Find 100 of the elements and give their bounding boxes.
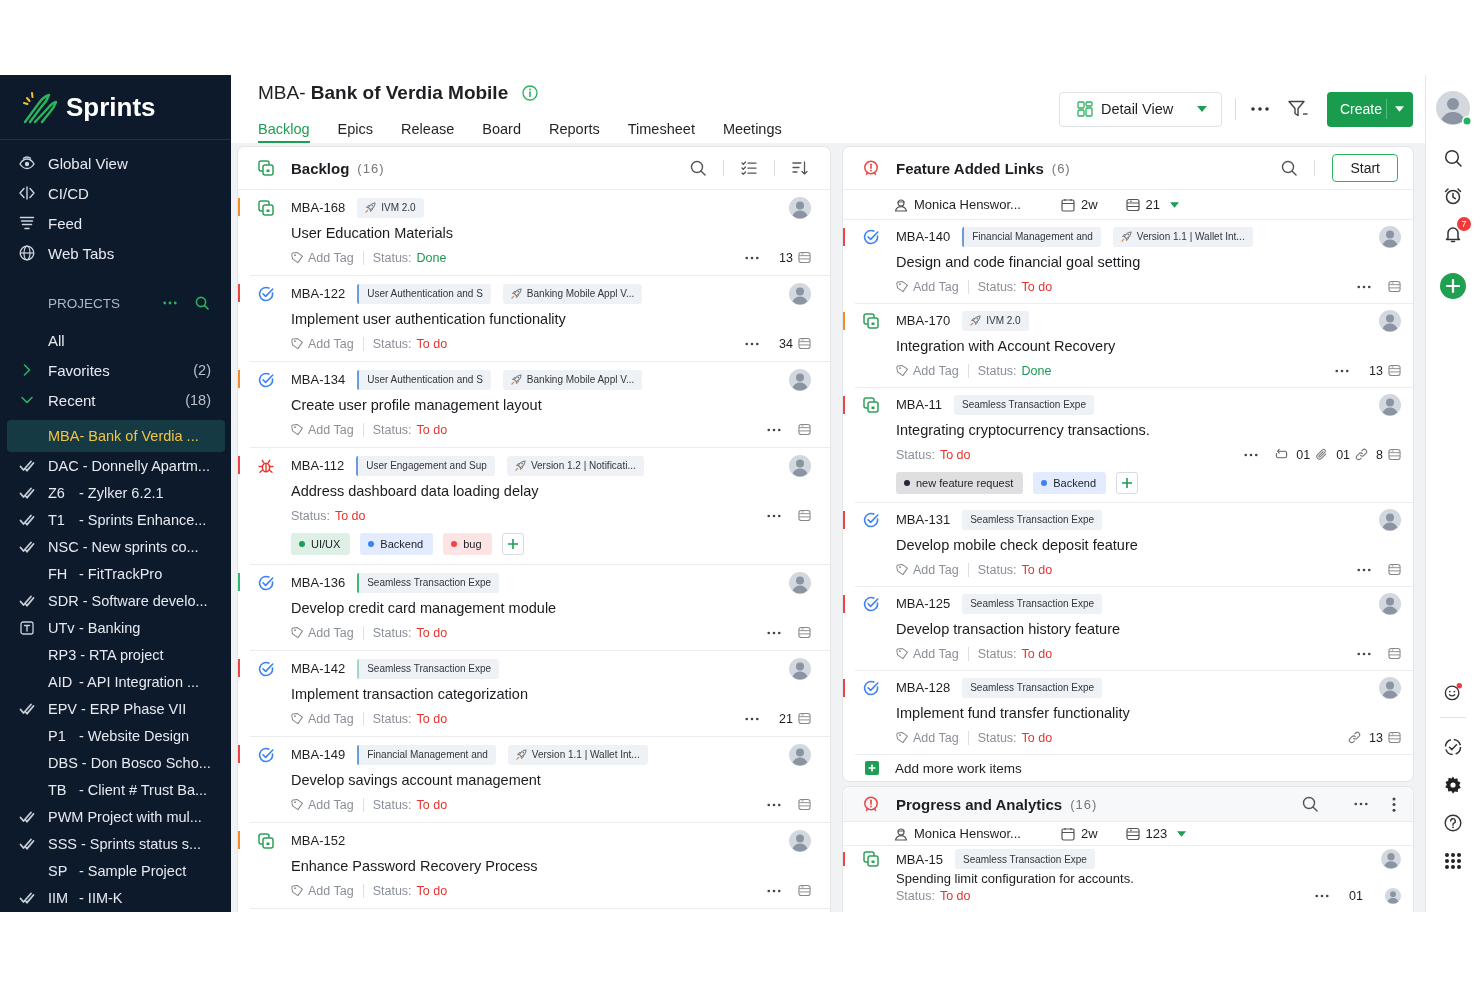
- more-icon[interactable]: [767, 888, 781, 893]
- smiley-icon[interactable]: [1444, 683, 1462, 701]
- status-value[interactable]: To do: [416, 422, 448, 437]
- item-id[interactable]: MBA-136: [291, 575, 346, 590]
- project-group[interactable]: Favorites (2): [0, 355, 231, 385]
- project-item[interactable]: P1 - Website Design: [7, 722, 225, 749]
- item-title[interactable]: Develop credit card management module: [291, 599, 557, 616]
- item-title[interactable]: Implement transaction categorization: [291, 685, 528, 702]
- more-icon[interactable]: [1244, 452, 1259, 457]
- more-icon[interactable]: [1357, 567, 1371, 572]
- status-value[interactable]: To do: [1021, 646, 1053, 661]
- project-item[interactable]: Z6 - Zylker 6.2.1: [7, 479, 225, 506]
- item-title[interactable]: Create user profile management layout: [291, 396, 542, 413]
- status-value[interactable]: To do: [1021, 562, 1053, 577]
- item-title[interactable]: Develop transaction history feature: [896, 620, 1121, 637]
- more-icon[interactable]: [745, 716, 760, 721]
- status-value[interactable]: To do: [416, 625, 448, 640]
- item-id[interactable]: MBA-170: [896, 313, 951, 328]
- more-icon[interactable]: [745, 341, 760, 346]
- project-item[interactable]: PWM Project with mul...: [7, 803, 225, 830]
- more-icon[interactable]: [745, 255, 760, 260]
- more-icon[interactable]: [767, 427, 781, 432]
- kebab-menu-icon[interactable]: [1392, 796, 1396, 812]
- project-item[interactable]: UTv - Banking: [7, 614, 225, 641]
- user-avatar[interactable]: [1436, 91, 1470, 125]
- item-title[interactable]: Implement fund transfer functionality: [896, 704, 1130, 721]
- view-dropdown[interactable]: Detail View: [1059, 91, 1222, 127]
- nav-item[interactable]: Web Tabs: [0, 238, 231, 268]
- item-title[interactable]: Develop savings account management: [291, 771, 541, 788]
- project-item[interactable]: SSS - Sprints status s...: [7, 830, 225, 857]
- item-id[interactable]: MBA-168: [291, 200, 346, 215]
- more-icon[interactable]: [1357, 284, 1371, 289]
- bell-icon[interactable]: [1444, 225, 1462, 243]
- item-id[interactable]: MBA-149: [291, 747, 346, 762]
- item-id[interactable]: MBA-11: [896, 397, 942, 412]
- project-item[interactable]: DBS - Don Bosco Scho...: [7, 749, 225, 776]
- project-item[interactable]: T1 - Sprints Enhance...: [7, 506, 225, 533]
- filter-icon[interactable]: [1288, 100, 1308, 118]
- more-icon[interactable]: [163, 301, 177, 305]
- more-icon[interactable]: [1251, 107, 1269, 111]
- item-id[interactable]: MBA-134: [291, 372, 346, 387]
- create-button[interactable]: Create: [1327, 91, 1413, 127]
- add-button[interactable]: [1116, 471, 1139, 494]
- apps-grid-icon[interactable]: [1444, 852, 1462, 870]
- search-icon[interactable]: [1302, 796, 1318, 812]
- item-id[interactable]: MBA-152: [291, 833, 346, 848]
- tab[interactable]: Timesheet: [627, 111, 695, 143]
- add-button[interactable]: [501, 532, 524, 555]
- status-value[interactable]: Done: [1021, 363, 1052, 378]
- sort-icon[interactable]: [792, 160, 808, 176]
- status-value[interactable]: Done: [416, 250, 447, 265]
- item-title[interactable]: Spending limit configuration for accounts.: [896, 870, 1134, 886]
- nav-item[interactable]: Feed: [0, 208, 231, 238]
- project-item[interactable]: SP - Sample Project: [7, 857, 225, 884]
- item-id[interactable]: MBA-112: [291, 458, 345, 473]
- more-icon[interactable]: [767, 513, 781, 518]
- item-id[interactable]: MBA-128: [896, 680, 951, 695]
- project-item[interactable]: AID - API Integration ...: [7, 668, 225, 695]
- item-title[interactable]: Implement user authentication functionality: [291, 310, 566, 327]
- start-button[interactable]: Start: [1332, 154, 1398, 182]
- project-item[interactable]: TB - Client # Trust Ba...: [7, 776, 225, 803]
- item-id[interactable]: MBA-142: [291, 661, 346, 676]
- project-group[interactable]: Recent (18): [0, 385, 231, 415]
- project-item[interactable]: DAC - Donnelly Apartm...: [7, 452, 225, 479]
- more-icon[interactable]: [1357, 651, 1371, 656]
- more-icon[interactable]: [1315, 893, 1330, 898]
- info-icon[interactable]: [522, 85, 539, 101]
- search-icon[interactable]: [1444, 149, 1462, 167]
- item-id[interactable]: MBA-125: [896, 596, 951, 611]
- item-title[interactable]: Develop mobile check deposit feature: [896, 536, 1138, 553]
- tab[interactable]: Board: [482, 111, 521, 143]
- gear-icon[interactable]: [1444, 776, 1462, 794]
- status-value[interactable]: To do: [1021, 730, 1053, 745]
- caret-icon[interactable]: [1177, 830, 1187, 837]
- tab[interactable]: Reports: [548, 111, 600, 143]
- add-work-item-button[interactable]: Add more work items: [843, 755, 1413, 781]
- search-icon[interactable]: [690, 160, 706, 176]
- status-value[interactable]: To do: [334, 508, 366, 523]
- tab[interactable]: Meetings: [722, 111, 782, 143]
- checklist-icon[interactable]: [741, 160, 757, 176]
- project-item[interactable]: MBA- Bank of Verdia ...: [7, 420, 225, 452]
- status-value[interactable]: To do: [939, 447, 971, 462]
- plus-circle-icon[interactable]: [1440, 273, 1466, 299]
- project-item[interactable]: SDR - Software develo...: [7, 587, 225, 614]
- item-title[interactable]: Integration with Account Recovery: [896, 337, 1116, 354]
- nav-item[interactable]: CI/CD: [0, 178, 231, 208]
- project-filter-item[interactable]: All: [0, 325, 231, 355]
- dashed-check-circle-icon[interactable]: [1444, 738, 1462, 756]
- alarm-clock-icon[interactable]: [1444, 187, 1462, 205]
- nav-item[interactable]: Global View: [0, 148, 231, 178]
- item-id[interactable]: MBA-131: [896, 512, 951, 527]
- search-icon[interactable]: [1281, 160, 1298, 176]
- more-icon[interactable]: [1335, 368, 1350, 373]
- more-icon[interactable]: [1354, 802, 1368, 806]
- item-title[interactable]: User Education Materials: [291, 224, 453, 241]
- status-value[interactable]: To do: [416, 797, 448, 812]
- item-id[interactable]: MBA-140: [896, 229, 951, 244]
- help-icon[interactable]: [1444, 814, 1462, 832]
- status-value[interactable]: To do: [1021, 279, 1053, 294]
- status-value[interactable]: To do: [416, 711, 448, 726]
